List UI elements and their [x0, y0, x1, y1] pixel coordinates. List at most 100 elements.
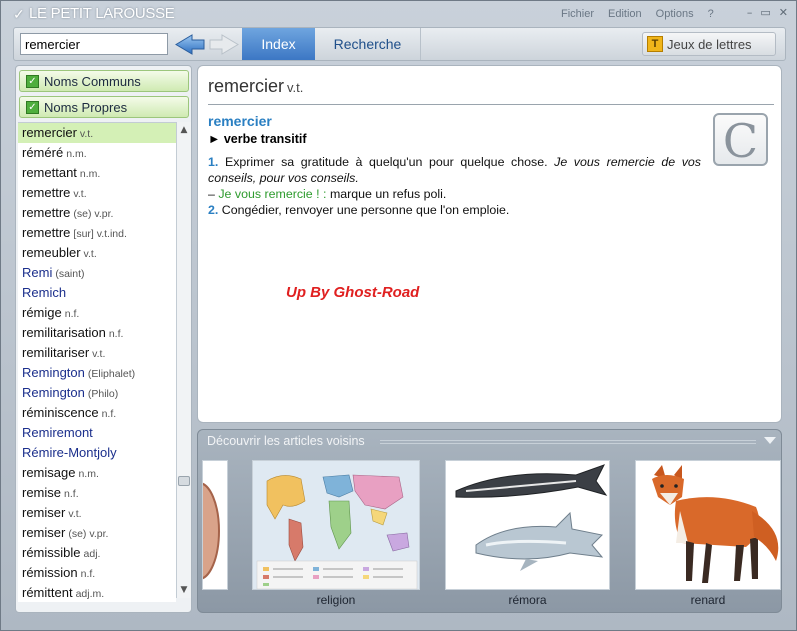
word-list-item[interactable]: rémissible adj. [18, 543, 176, 563]
category-noms-propres[interactable]: ✓ Noms Propres [19, 96, 189, 118]
word-list-item-grammar: (saint) [55, 268, 85, 280]
word-list-item[interactable]: rémission n.f. [18, 563, 176, 583]
word-list-item[interactable]: Remich [18, 283, 176, 303]
word-list-item[interactable]: Rémire-Montjoly [18, 443, 176, 463]
word-list-item[interactable]: Remington (Philo) [18, 383, 176, 403]
fox-illustration [636, 461, 780, 589]
word-list-item-word: remiser [22, 525, 66, 540]
word-list-item-word: remettant [22, 165, 77, 180]
title-bar: ✓ LE PETIT LAROUSSE Fichier Edition Opti… [1, 1, 796, 27]
word-list-item[interactable]: remercier v.t. [18, 123, 176, 143]
thumbnail-renard[interactable] [635, 460, 781, 590]
word-list-item[interactable]: réméré n.m. [18, 143, 176, 163]
caption-religion[interactable]: religion [252, 593, 420, 607]
definition-1: 1. Exprimer sa gratitude à quelqu'un pou… [208, 154, 701, 186]
word-list-item-word: réméré [22, 145, 64, 160]
word-list-item[interactable]: remiser (se) v.pr. [18, 523, 176, 543]
word-list-item-grammar: v.t. [68, 508, 82, 520]
article-headword: remercier v.t. [208, 76, 303, 97]
menu-fichier[interactable]: Fichier [561, 8, 594, 20]
thumbnail-religion[interactable] [252, 460, 420, 590]
minimize-icon[interactable]: – [747, 6, 753, 19]
word-list-item-word: Remi [22, 265, 53, 280]
entry-title: remercier [208, 113, 272, 129]
category-noms-communs[interactable]: ✓ Noms Communs [19, 70, 189, 92]
word-list-item[interactable]: Remiremont [18, 423, 176, 443]
part-of-speech: ► verbe transitif [208, 132, 307, 146]
idiom-phrase[interactable]: Je vous remercie ! : [218, 187, 326, 201]
word-list-item[interactable]: rémige n.f. [18, 303, 176, 323]
word-list-item-grammar: v.t. [83, 248, 97, 260]
partial-thumbnail[interactable] [202, 460, 228, 590]
remora-fish-illustration [446, 461, 609, 589]
word-list-item-grammar: (Philo) [87, 388, 119, 400]
word-list-item-word: Remington [22, 385, 85, 400]
word-list-item-word: remercier [22, 125, 77, 140]
word-list-item[interactable]: remise n.f. [18, 483, 176, 503]
tab-index[interactable]: Index [242, 28, 315, 60]
maximize-icon[interactable]: ▭ [760, 6, 770, 19]
word-list: remercier v.t. réméré n.m. remettant n.m. reme… [18, 122, 176, 602]
caption-remora[interactable]: rémora [445, 593, 610, 607]
word-list-item[interactable]: réminiscence n.f. [18, 403, 176, 423]
word-list-item[interactable]: rémittent adj.m. [18, 583, 176, 602]
word-list-item-grammar: v.t. [73, 188, 87, 200]
search-input[interactable] [20, 33, 168, 55]
word-list-item[interactable]: remilitariser v.t. [18, 343, 176, 363]
menu-edition[interactable]: Edition [608, 8, 642, 20]
word-list-item-grammar: adj. [83, 548, 101, 560]
word-list-item-word: remettre [22, 205, 71, 220]
definitions: 1. Exprimer sa gratitude à quelqu'un pou… [208, 154, 701, 218]
letter-tile-icon: T [647, 36, 663, 52]
watermark-text: Up By Ghost-Road [286, 284, 420, 301]
word-list-item-grammar: n.m. [79, 168, 101, 180]
word-list-item-grammar: (se) v.pr. [68, 528, 109, 540]
word-list-item-grammar: (Eliphalet) [87, 368, 136, 380]
word-list-item-grammar: n.m. [66, 148, 87, 160]
definition-number: 1. [208, 155, 219, 169]
word-list-item[interactable]: remettre (se) v.pr. [18, 203, 176, 223]
scroll-up-icon[interactable]: ▲ [178, 124, 190, 136]
word-list-item[interactable]: Remi (saint) [18, 263, 176, 283]
thumbnail-remora[interactable] [445, 460, 610, 590]
word-list-item-grammar: (se) v.pr. [73, 208, 114, 220]
checkbox-checked-icon[interactable]: ✓ [26, 74, 39, 88]
word-list-item[interactable]: remilitarisation n.f. [18, 323, 176, 343]
word-list-item-word: remeubler [22, 245, 81, 260]
word-list-item[interactable]: remisage n.m. [18, 463, 176, 483]
category-label: Noms Propres [44, 99, 128, 115]
scroll-down-icon[interactable]: ▼ [178, 584, 190, 596]
collapse-triangle-icon[interactable] [764, 437, 776, 444]
title-rule [380, 440, 756, 444]
back-arrow-icon[interactable] [174, 32, 206, 57]
triangle-bullet-icon: ► [208, 132, 221, 146]
forward-arrow-icon[interactable] [208, 32, 240, 57]
letter-c-icon[interactable]: C [713, 113, 768, 167]
word-list-item[interactable]: remeubler v.t. [18, 243, 176, 263]
tab-recherche[interactable]: Recherche [315, 28, 421, 60]
neighbor-articles-title: Découvrir les articles voisins [207, 434, 365, 448]
definition-2: 2. Congédier, renvoyer une personne que … [208, 202, 701, 218]
word-list-item[interactable]: remiser v.t. [18, 503, 176, 523]
word-list-item-word: remilitariser [22, 345, 90, 360]
world-map-illustration [253, 461, 419, 589]
word-list-item-grammar: n.f. [64, 308, 80, 320]
word-list-item[interactable]: remettant n.m. [18, 163, 176, 183]
toolbar: Index Recherche T Jeux de lettres [13, 27, 786, 61]
checkbox-checked-icon[interactable]: ✓ [26, 100, 39, 114]
menu-options[interactable]: Options [656, 8, 694, 20]
scroll-thumb[interactable] [178, 476, 190, 486]
word-list-item-word: Remington [22, 365, 85, 380]
word-list-item[interactable]: Remington (Eliphalet) [18, 363, 176, 383]
word-list-scrollbar[interactable]: ▲ ▼ [176, 122, 191, 598]
idiom-meaning: marque un refus poli. [329, 187, 447, 201]
word-list-item[interactable]: remettre v.t. [18, 183, 176, 203]
idiom-line: – Je vous remercie ! : marque un refus p… [208, 186, 701, 202]
menu-help[interactable]: ? [708, 8, 714, 20]
menu-bar: Fichier Edition Options ? [561, 8, 714, 20]
close-icon[interactable]: ✕ [779, 6, 788, 19]
caption-renard[interactable]: renard [635, 593, 781, 607]
word-list-item[interactable]: remettre [sur] v.t.ind. [18, 223, 176, 243]
word-games-button[interactable]: T Jeux de lettres [642, 32, 776, 56]
word-list-item-word: réminiscence [22, 405, 99, 420]
